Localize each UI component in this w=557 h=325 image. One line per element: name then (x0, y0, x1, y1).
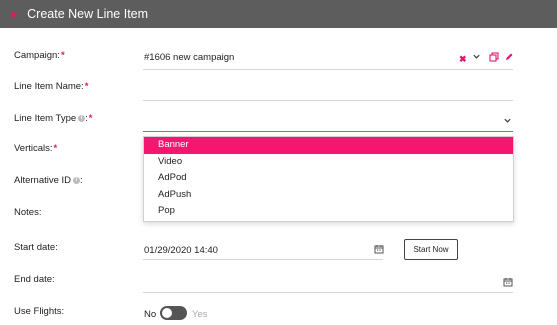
campaign-label: Campaign: * (14, 50, 65, 61)
end-date-label: End date: (14, 274, 55, 285)
use-flights-toggle[interactable] (160, 306, 187, 320)
start-date-label: Start date: (14, 242, 58, 253)
calendar-icon[interactable] (374, 244, 384, 256)
required-marker: * (88, 113, 93, 124)
copy-icon[interactable] (489, 52, 499, 64)
end-date-underline (143, 292, 513, 293)
line-item-name-underline (143, 100, 513, 101)
use-flights-label: Use Flights: (14, 306, 65, 317)
line-item-name-input[interactable] (144, 86, 512, 98)
alternative-id-label: Alternative ID i: (14, 175, 83, 186)
chevron-down-icon[interactable] (503, 116, 512, 127)
toggle-knob (162, 308, 172, 318)
start-now-button[interactable]: Start Now (404, 239, 458, 260)
required-marker: * (53, 143, 58, 154)
info-icon[interactable]: i (73, 177, 81, 184)
dropdown-option-video[interactable]: Video (144, 154, 513, 171)
dropdown-option-banner[interactable]: Banner (144, 137, 513, 154)
dropdown-option-pop[interactable]: Pop (144, 203, 513, 220)
modal-header: ▶ Create New Line Item (0, 0, 557, 28)
toggle-on-label: Yes (192, 309, 208, 320)
line-item-type-select[interactable] (144, 116, 494, 128)
start-date-underline (143, 259, 383, 260)
line-item-name-label: Line Item Name: * (14, 81, 89, 92)
caret-right-icon: ▶ (12, 9, 19, 19)
required-marker: * (84, 81, 89, 92)
line-item-type-dropdown: Banner Video AdPod AdPush Pop (143, 136, 514, 222)
chevron-down-icon[interactable] (472, 52, 481, 63)
page-title: Create New Line Item (27, 7, 149, 21)
toggle-off-label: No (144, 309, 157, 320)
required-marker: * (60, 50, 65, 61)
line-item-type-label: Line Item Type i: * (14, 113, 93, 124)
line-item-type-underline (143, 131, 513, 132)
dropdown-option-adpush[interactable]: AdPush (144, 187, 513, 204)
end-date-input[interactable] (144, 277, 499, 289)
close-icon[interactable]: ✖ (459, 54, 467, 64)
start-date-input[interactable]: 01/29/2020 14:40 (144, 245, 218, 256)
campaign-select[interactable]: #1606 new campaign (144, 52, 234, 63)
pencil-icon[interactable] (504, 52, 514, 64)
campaign-field-underline (143, 69, 513, 70)
verticals-label: Verticals: * (14, 143, 58, 154)
notes-label: Notes: (14, 207, 42, 218)
calendar-icon[interactable] (503, 277, 513, 289)
info-icon[interactable]: i (78, 115, 86, 122)
dropdown-option-adpod[interactable]: AdPod (144, 170, 513, 187)
